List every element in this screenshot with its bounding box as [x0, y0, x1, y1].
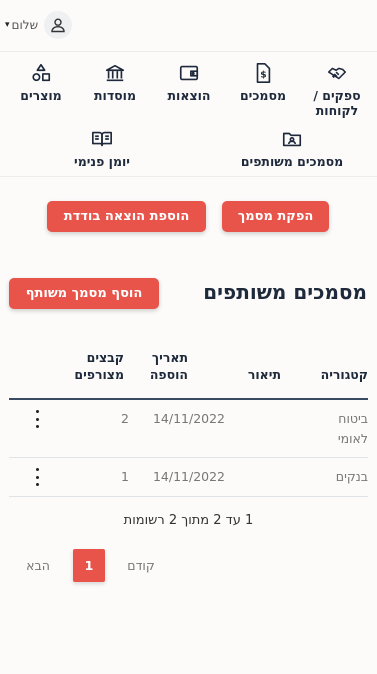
row-actions-icon[interactable] — [33, 410, 41, 428]
add-shared-document-button[interactable]: הוסף מסמך משותף — [9, 278, 159, 309]
nav-journal[interactable]: יומן פנימי — [52, 128, 152, 169]
nav-label-shared-documents: מסמכים משותפים — [240, 154, 344, 169]
cell-category: ביטוח לאומי — [337, 411, 368, 446]
nav-documents[interactable]: $ מסמכים — [227, 62, 299, 103]
document-dollar-icon: $ — [256, 63, 271, 83]
svg-text:$: $ — [260, 70, 266, 81]
wallet-icon — [179, 65, 199, 81]
cell-files: 2 — [121, 411, 129, 426]
column-header-description: תיאור — [247, 367, 281, 382]
divider — [0, 176, 377, 177]
row-divider — [9, 496, 368, 497]
book-icon — [92, 131, 112, 147]
column-header-files: קבצים מצורפים — [74, 350, 124, 382]
table-header-underline — [9, 398, 368, 400]
greeting-text[interactable]: שלום — [12, 18, 39, 32]
nav-label-products: מוצרים — [20, 88, 62, 103]
pager-next[interactable]: הבא — [16, 549, 60, 582]
bank-icon — [105, 64, 125, 82]
page-title: מסמכים משותפים — [203, 280, 367, 304]
nav-products[interactable]: מוצרים — [5, 62, 77, 103]
cell-date: 14/11/2022 — [152, 469, 225, 484]
add-expense-button[interactable]: הוספת הוצאה בודדת — [47, 201, 206, 232]
nav-expenses[interactable]: הוצאות — [153, 62, 225, 103]
cell-category: בנקים — [335, 469, 368, 484]
cell-date: 14/11/2022 — [152, 411, 225, 426]
row-divider — [9, 457, 368, 458]
cell-files: 1 — [121, 469, 129, 484]
nav-institutions[interactable]: מוסדות — [79, 62, 151, 103]
user-icon[interactable] — [44, 11, 73, 39]
pager-previous[interactable]: קודם — [119, 549, 163, 582]
chevron-down-icon[interactable]: ▾ — [5, 20, 10, 30]
column-header-date: תאריך הוספה — [149, 350, 188, 382]
nav-label-suppliers: ספקים / לקוחות — [313, 88, 361, 118]
pager-page-current[interactable]: 1 — [73, 549, 105, 582]
nav-label-journal: יומן פנימי — [74, 154, 130, 169]
records-summary: 1 עד 2 מתוך 2 רשומות — [123, 513, 254, 528]
handshake-icon — [327, 67, 347, 80]
column-header-category: קטגוריה — [320, 367, 368, 382]
issue-document-button[interactable]: הפקת מסמך — [222, 201, 329, 232]
nav-label-institutions: מוסדות — [93, 88, 136, 103]
row-actions-icon[interactable] — [33, 468, 41, 486]
nav-shared-documents[interactable]: מסמכים משותפים — [227, 128, 357, 169]
folder-user-icon — [282, 132, 302, 147]
nav-suppliers[interactable]: ספקים / לקוחות — [301, 62, 373, 118]
user-menu[interactable]: ▾ שלום — [5, 10, 73, 40]
nav-label-expenses: הוצאות — [167, 88, 211, 103]
top-bar: ▾ שלום — [0, 0, 377, 52]
nav-label-documents: מסמכים — [239, 88, 287, 103]
shapes-icon — [32, 63, 51, 82]
